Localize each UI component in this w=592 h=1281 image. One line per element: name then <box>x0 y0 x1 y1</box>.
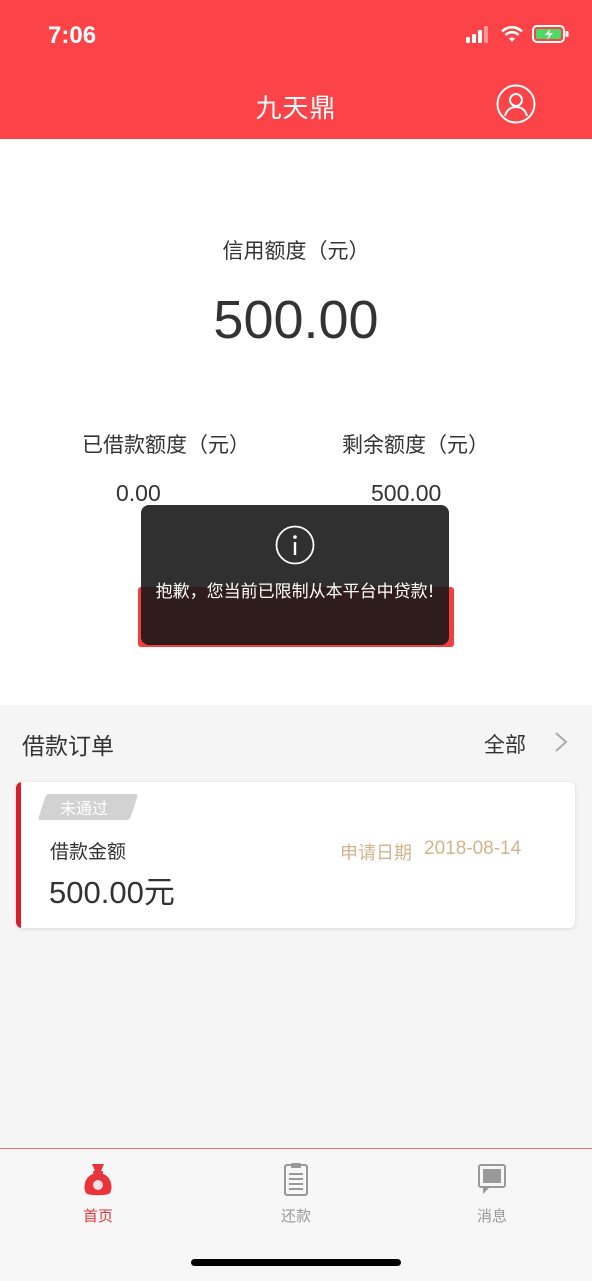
tab-messages[interactable]: 消息 <box>432 1161 552 1226</box>
message-icon <box>478 1164 506 1194</box>
credit-limit-label: 信用额度（元） <box>222 239 370 263</box>
user-profile-icon[interactable] <box>496 84 536 124</box>
orders-all-link[interactable]: 全部 <box>484 729 526 759</box>
tab-home[interactable]: 首页 <box>38 1161 158 1226</box>
signal-icon <box>466 26 488 43</box>
borrowed-limit-value: 0.00 <box>116 480 161 506</box>
remaining-limit-value: 500.00 <box>371 480 442 506</box>
chevron-right-icon[interactable] <box>554 731 568 753</box>
borrowed-limit-label: 已借款额度（元） <box>82 433 250 457</box>
toast-message: 抱歉，您当前已限制从本平台中贷款! <box>141 505 449 645</box>
tab-repay-label: 还款 <box>280 1207 311 1225</box>
order-date-label: 申请日期 <box>340 843 412 864</box>
info-icon <box>275 525 315 565</box>
remaining-limit-label: 剩余额度（元） <box>342 433 489 457</box>
tab-repay[interactable]: 还款 <box>236 1161 356 1226</box>
order-date: 2018-08-14 <box>424 838 522 859</box>
tab-messages-label: 消息 <box>476 1207 507 1225</box>
order-card[interactable]: 未通过 借款金额 500.00元 申请日期 2018-08-14 <box>16 782 575 928</box>
status-badge-text: 未通过 <box>60 799 109 818</box>
tab-home-label: 首页 <box>82 1207 113 1225</box>
toast-text: 抱歉，您当前已限制从本平台中贷款! <box>155 582 435 602</box>
orders-title: 借款订单 <box>22 734 114 760</box>
wifi-icon <box>501 26 523 42</box>
status-time: 7:06 <box>48 22 97 49</box>
app-header: 7:06 九天鼎 <box>0 0 592 139</box>
orders-header: 借款订单 全部 <box>0 705 592 777</box>
battery-icon <box>532 25 569 43</box>
clipboard-icon <box>284 1163 308 1196</box>
credit-limit-value: 500.00 <box>213 290 379 350</box>
money-bag-icon <box>84 1164 112 1196</box>
order-accent-bar <box>16 782 21 928</box>
order-amount: 500.00元 <box>49 875 175 910</box>
status-icons <box>466 24 570 44</box>
home-indicator[interactable] <box>191 1259 401 1266</box>
order-amount-label: 借款金额 <box>50 841 127 863</box>
